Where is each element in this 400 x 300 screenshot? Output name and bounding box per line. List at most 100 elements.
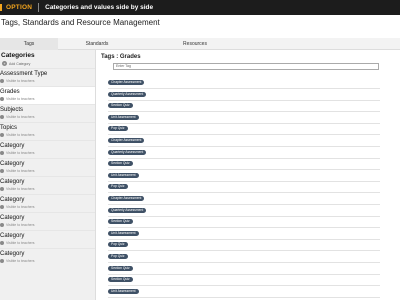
visibility-icon bbox=[0, 223, 4, 227]
top-bar: OPTION Categories and values side by sid… bbox=[0, 0, 400, 15]
visibility-text: Visible to teachers bbox=[6, 187, 35, 191]
visibility-icon bbox=[0, 79, 4, 83]
tag-chip[interactable]: Chapter Assessment bbox=[108, 196, 145, 201]
tag-chip[interactable]: Quarterly Assessment bbox=[108, 91, 147, 97]
sidebar-item[interactable]: Grades Visible to teachers bbox=[0, 86, 95, 104]
tag-chip[interactable]: Section Quiz bbox=[108, 265, 133, 271]
visibility-status: Visible to teachers bbox=[0, 205, 95, 209]
tab-resources[interactable]: Resources bbox=[136, 38, 254, 50]
sidebar-item-label: Topics bbox=[0, 125, 18, 131]
plus-icon: + bbox=[2, 61, 7, 66]
sidebar-header: Categories + Add Category bbox=[0, 50, 95, 68]
sidebar-item-label: Subjects bbox=[0, 107, 24, 113]
sidebar-item[interactable]: Category Visible to teachers bbox=[0, 212, 95, 230]
visibility-icon bbox=[0, 241, 4, 245]
tab-bar: Tags Standards Resources bbox=[0, 38, 400, 50]
categories-sidebar: Categories + Add Category Assessment Typ… bbox=[0, 50, 96, 300]
add-category-button[interactable]: + Add Category bbox=[2, 61, 94, 66]
tab-standards[interactable]: Standards bbox=[58, 38, 136, 50]
sidebar-item-label: Category bbox=[0, 233, 25, 239]
sidebar-item-label: Category bbox=[0, 197, 25, 203]
visibility-text: Visible to teachers bbox=[6, 259, 35, 263]
visibility-icon bbox=[0, 187, 4, 191]
sidebar-item[interactable]: Category Visible to teachers bbox=[0, 248, 95, 266]
visibility-icon bbox=[0, 97, 4, 101]
tag-row: Section Quiz bbox=[108, 265, 380, 275]
tag-chip[interactable]: Quarterly Assessment bbox=[108, 149, 147, 155]
visibility-icon bbox=[0, 205, 4, 209]
visibility-text: Visible to teachers bbox=[6, 223, 35, 227]
tag-chip[interactable]: Pop Quiz bbox=[108, 254, 128, 259]
sidebar-item-label: Assessment Type bbox=[0, 71, 48, 77]
tag-chip[interactable]: Unit Assessment bbox=[108, 172, 139, 178]
tag-chip[interactable]: Pop Quiz bbox=[108, 242, 128, 248]
tag-row: Section Quiz bbox=[108, 277, 380, 287]
tag-row: Unit Assessment bbox=[108, 230, 380, 240]
visibility-status: Visible to teachers bbox=[0, 187, 95, 191]
tag-row: Unit Assessment bbox=[108, 172, 380, 182]
sidebar-item-label: Category bbox=[0, 143, 25, 149]
tab-tags[interactable]: Tags bbox=[0, 38, 58, 50]
visibility-icon bbox=[0, 259, 4, 263]
visibility-icon bbox=[0, 115, 4, 119]
visibility-icon bbox=[0, 151, 4, 155]
app-title: Categories and values side by side bbox=[45, 4, 154, 11]
visibility-text: Visible to teachers bbox=[6, 241, 35, 245]
tag-row: Quarterly Assessment bbox=[108, 149, 380, 159]
tag-input[interactable]: Enter Tag bbox=[113, 63, 379, 70]
tag-row: Unit Assessment bbox=[108, 288, 380, 298]
sidebar-item[interactable]: Category Visible to teachers bbox=[0, 158, 95, 176]
visibility-status: Visible to teachers bbox=[0, 97, 95, 101]
visibility-text: Visible to teachers bbox=[6, 79, 35, 83]
tag-row: Section Quiz bbox=[108, 219, 380, 229]
page-title: Tags, Standards and Resource Management bbox=[1, 18, 160, 27]
visibility-icon bbox=[0, 133, 4, 137]
visibility-text: Visible to teachers bbox=[6, 169, 35, 173]
tag-chip[interactable]: Section Quiz bbox=[108, 277, 133, 283]
sidebar-item[interactable]: Topics Visible to teachers bbox=[0, 122, 95, 140]
visibility-status: Visible to teachers bbox=[0, 223, 95, 227]
tag-chip[interactable]: Quarterly Assessment bbox=[108, 207, 147, 213]
sidebar-item[interactable]: Category Visible to teachers bbox=[0, 176, 95, 194]
tag-chip[interactable]: Pop Quiz bbox=[108, 184, 128, 190]
tag-row: Unit Assessment bbox=[108, 114, 380, 124]
brand-mark-icon bbox=[0, 4, 2, 11]
sidebar-title: Categories bbox=[1, 52, 35, 59]
sidebar-item[interactable]: Category Visible to teachers bbox=[0, 194, 95, 212]
visibility-status: Visible to teachers bbox=[0, 133, 95, 137]
tag-chip[interactable]: Section Quiz bbox=[108, 103, 133, 109]
visibility-status: Visible to teachers bbox=[0, 79, 95, 83]
visibility-text: Visible to teachers bbox=[6, 151, 35, 155]
tag-chip[interactable]: Unit Assessment bbox=[108, 230, 139, 236]
tag-chip[interactable]: Chapter Assessment bbox=[108, 138, 145, 143]
sidebar-item[interactable]: Assessment Type Visible to teachers bbox=[0, 68, 95, 86]
visibility-status: Visible to teachers bbox=[0, 151, 95, 155]
visibility-status: Visible to teachers bbox=[0, 241, 95, 245]
sidebar-item-label: Category bbox=[0, 251, 25, 257]
visibility-status: Visible to teachers bbox=[0, 169, 95, 173]
sidebar-item-label: Grades bbox=[0, 89, 20, 95]
tag-row: Chapter Assessment bbox=[108, 138, 380, 147]
visibility-status: Visible to teachers bbox=[0, 259, 95, 263]
tag-row: Chapter Assessment bbox=[108, 80, 380, 89]
tag-chip[interactable]: Unit Assessment bbox=[108, 288, 139, 294]
tag-row: Pop Quiz bbox=[108, 254, 380, 263]
tag-row: Quarterly Assessment bbox=[108, 91, 380, 101]
tag-row: Pop Quiz bbox=[108, 242, 380, 252]
tag-chip[interactable]: Section Quiz bbox=[108, 219, 133, 225]
visibility-status: Visible to teachers bbox=[0, 115, 95, 119]
tag-chip[interactable]: Section Quiz bbox=[108, 161, 133, 167]
sidebar-item-label: Category bbox=[0, 161, 25, 167]
tag-chip[interactable]: Chapter Assessment bbox=[108, 80, 145, 85]
tags-panel: Tags : Grades Enter Tag Chapter Assessme… bbox=[99, 50, 400, 300]
sidebar-item-label: Category bbox=[0, 215, 25, 221]
sidebar-item[interactable]: Category Visible to teachers bbox=[0, 230, 95, 248]
visibility-icon bbox=[0, 169, 4, 173]
visibility-text: Visible to teachers bbox=[6, 133, 35, 137]
tag-chip[interactable]: Unit Assessment bbox=[108, 114, 139, 120]
tag-chip[interactable]: Pop Quiz bbox=[108, 126, 128, 132]
sidebar-item[interactable]: Category Visible to teachers bbox=[0, 140, 95, 158]
tag-row: Pop Quiz bbox=[108, 126, 380, 136]
sidebar-item[interactable]: Subjects Visible to teachers bbox=[0, 104, 95, 122]
sidebar-item-label: Category bbox=[0, 179, 25, 185]
